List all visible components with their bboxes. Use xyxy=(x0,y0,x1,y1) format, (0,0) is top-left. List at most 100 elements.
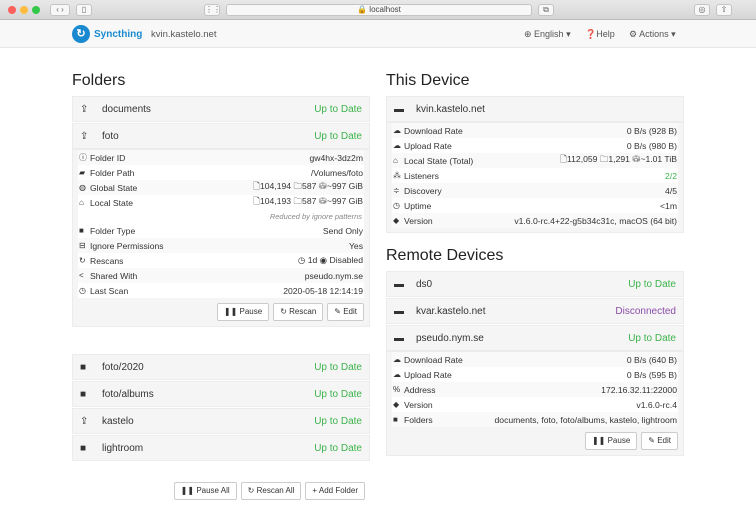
pause-button[interactable]: ❚❚ Pause xyxy=(216,303,270,321)
button-label: Rescan xyxy=(289,307,317,316)
minus-square-icon: ⊟ xyxy=(79,241,86,250)
folder-panel: ⇪ kastelo Up to Date xyxy=(72,408,370,434)
detail-value: 0 B/s (980 B) xyxy=(626,140,677,151)
detail-label: Folder ID xyxy=(90,152,126,163)
ignore-note: Reduced by ignore patterns xyxy=(269,212,362,221)
maximize-window-button[interactable] xyxy=(32,6,40,14)
folder-header[interactable]: ⇪ foto Up to Date xyxy=(72,123,370,149)
detail-value: 🗋112,059 🗀1,291 ⛁~1.01 TiB xyxy=(560,153,677,164)
folder-header[interactable]: ■ foto/albums Up to Date xyxy=(72,381,370,407)
detail-label: Last Scan xyxy=(90,285,129,296)
detail-value: 🗋104,193 🗀587 ⛁~997 GiB xyxy=(253,195,363,206)
button-label: Edit xyxy=(657,436,671,445)
item-name: ds0 xyxy=(416,278,433,290)
detail-row: ⁂ Listeners 2/2 xyxy=(392,168,678,183)
button-label: Edit xyxy=(343,307,357,316)
help-menu[interactable]: ❓Help xyxy=(585,29,615,40)
share-icon[interactable]: ⇧ xyxy=(716,4,732,16)
refresh-icon: ↻ xyxy=(280,307,290,316)
close-window-button[interactable] xyxy=(8,6,16,14)
status-label: Up to Date xyxy=(314,388,362,400)
device-icon: ▬ xyxy=(394,305,404,317)
edit-button[interactable]: ✎ Edit xyxy=(641,432,678,450)
remote-device-header[interactable]: ▬ ds0 Up to Date xyxy=(386,271,684,297)
remote-device-header[interactable]: ▬ pseudo.nym.se Up to Date xyxy=(386,325,684,351)
device-header[interactable]: ▬ kvin.kastelo.net xyxy=(386,96,684,122)
browser-chrome: ‹ › ▯ ⋮⋮ 🔒 localhost ⧉ ◎ ⇧ xyxy=(0,0,756,20)
folder-open-icon: ▰ xyxy=(79,168,86,177)
cloud-upload-icon: ☁ xyxy=(393,141,401,150)
button-label: Pause xyxy=(239,307,263,316)
pause-button[interactable]: ❚❚ Pause xyxy=(584,432,638,450)
clock-icon: ◷ xyxy=(79,286,86,295)
help-label: Help xyxy=(596,29,615,39)
language-menu[interactable]: ⊕ English ▾ xyxy=(524,29,571,40)
detail-row: ☁ Download Rate 0 B/s (640 B) xyxy=(392,352,678,367)
folder-header[interactable]: ⇪ kastelo Up to Date xyxy=(72,408,370,434)
folder-header[interactable]: ■ lightroom Up to Date xyxy=(72,435,370,461)
folder-header[interactable]: ⇪ documents Up to Date xyxy=(72,96,370,122)
sidebar-toggle-icon[interactable]: ▯ xyxy=(76,4,92,16)
detail-value: ◷ 1d ◉ Disabled xyxy=(297,255,363,265)
this-device-title: This Device xyxy=(386,72,470,89)
detail-value: pseudo.nym.se xyxy=(304,270,363,281)
privacy-icon[interactable]: ◎ xyxy=(694,4,710,16)
pencil-icon: ✎ xyxy=(334,307,344,316)
devices-column: This Device ▬ kvin.kastelo.net ☁ Download Ra… xyxy=(386,72,684,457)
brand[interactable]: ↻ Syncthing xyxy=(72,25,142,43)
button-label: Pause xyxy=(607,436,631,445)
detail-row: ☁ Upload Rate 0 B/s (980 B) xyxy=(392,138,678,153)
globe-icon: ◍ xyxy=(79,183,86,192)
tag-icon: ◆ xyxy=(393,216,400,225)
device-icon: ▬ xyxy=(394,332,404,344)
tabs-icon[interactable]: ⧉ xyxy=(538,4,554,16)
detail-label: Listeners xyxy=(404,170,439,181)
item-name: foto/albums xyxy=(102,388,154,400)
folder-panel: ■ lightroom Up to Date xyxy=(72,435,370,461)
detail-label: Folder Path xyxy=(90,167,135,178)
address-bar[interactable]: 🔒 localhost xyxy=(226,4,532,16)
folder-panel: ■ foto/albums Up to Date xyxy=(72,381,370,407)
button-label: Add Folder xyxy=(318,486,358,495)
back-forward-buttons[interactable]: ‹ › xyxy=(50,4,70,16)
folder-icon: ■ xyxy=(393,415,398,424)
detail-value: 2/2 xyxy=(665,170,677,181)
this-device-details: ☁ Download Rate 0 B/s (928 B) ☁ Upload Rate 0… xyxy=(386,122,684,233)
folder-panel: ⇪ foto Up to Date ⓘ Folder ID gw4hx-3dz2m ▰ Fol… xyxy=(72,123,370,354)
detail-value: Send Only xyxy=(322,225,363,236)
edit-button[interactable]: ✎ Edit xyxy=(327,303,364,321)
folder-panel: ⇪ documents Up to Date xyxy=(72,96,370,122)
detail-label: Version xyxy=(404,399,433,410)
pause-all-button[interactable]: ❚❚ Pause All xyxy=(173,482,237,500)
folder-header[interactable]: ■ foto/2020 Up to Date xyxy=(72,354,370,380)
item-name: pseudo.nym.se xyxy=(416,332,484,344)
folder-icon: ■ xyxy=(80,361,87,373)
button-group: ❚❚ Pause ↻ Rescan ✎ Edit xyxy=(73,298,369,326)
detail-value: 0 B/s (640 B) xyxy=(626,354,677,365)
detail-row: ⌂ Local State (Total) 🗋112,059 🗀1,291 ⛁~1.… xyxy=(392,153,678,168)
minimize-window-button[interactable] xyxy=(20,6,28,14)
folder-details: ⓘ Folder ID gw4hx-3dz2m ▰ Folder Path/Volume… xyxy=(72,149,370,327)
status-label: Up to Date xyxy=(628,332,676,344)
pause-icon: ❚❚ xyxy=(180,486,197,495)
add-folder-button[interactable]: + Add Folder xyxy=(305,482,365,500)
detail-label: Ignore Permissions xyxy=(90,240,164,251)
detail-row: ≑ Discovery 4/5 xyxy=(392,183,678,198)
item-name: kastelo xyxy=(102,415,134,427)
grid-icon[interactable]: ⋮⋮ xyxy=(204,4,221,16)
rescan-button[interactable]: ↻ Rescan xyxy=(273,303,324,321)
device-icon: ▬ xyxy=(394,103,404,115)
sitemap-icon: ⁂ xyxy=(393,171,401,180)
remote-device-header[interactable]: ▬ kvar.kastelo.net Disconnected xyxy=(386,298,684,324)
detail-label: Shared With xyxy=(90,270,138,281)
pause-icon: ❚❚ xyxy=(223,307,240,316)
folders-title: Folders xyxy=(72,72,126,89)
item-name: foto xyxy=(102,130,119,142)
actions-menu[interactable]: ⚙ Actions ▾ xyxy=(629,29,676,40)
rescan-all-button[interactable]: ↻ Rescan All xyxy=(240,482,302,500)
status-label: Up to Date xyxy=(314,442,362,454)
detail-row: ◷ Last Scan 2020-05-18 12:14:19 xyxy=(78,283,364,298)
info-icon: ⓘ xyxy=(79,153,87,162)
tag-icon: ◆ xyxy=(393,400,400,409)
detail-value: documents, foto, foto/albums, kastelo, l… xyxy=(494,414,677,425)
